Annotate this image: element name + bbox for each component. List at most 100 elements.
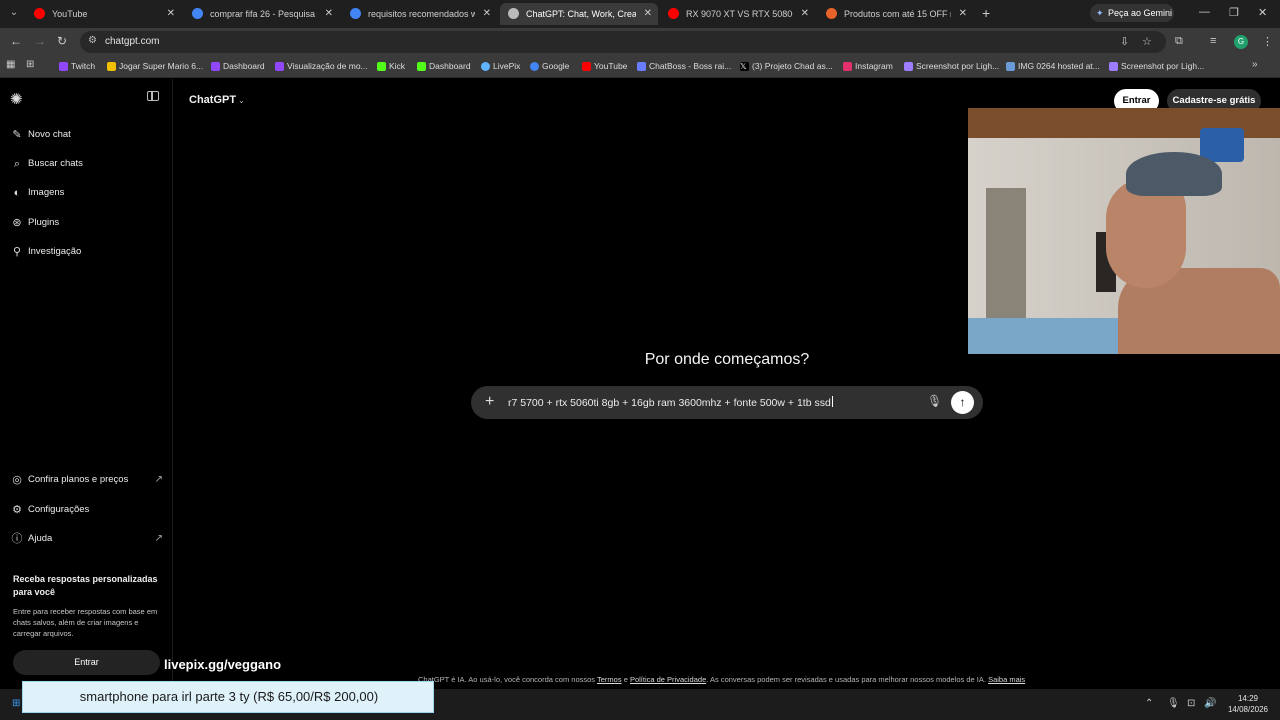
kick-icon [377, 62, 386, 71]
more-menu-icon[interactable]: ⋮ [1262, 35, 1273, 48]
learn-more-link[interactable]: Saiba mais [988, 675, 1025, 684]
bookmark-item[interactable]: Screenshot por Ligh... [904, 61, 999, 71]
minimize-icon[interactable]: — [1199, 6, 1210, 18]
microphone-icon[interactable]: 🎙 [927, 394, 942, 408]
browser-toolbar: ← → ↻ ⚙ chatgpt.com ⇩ ☆ ⧉ ≡ G ⋮ [0, 28, 1280, 56]
sidebar-item-images[interactable]: ◐ Imagens [0, 182, 173, 204]
sidebar-item-search-chats[interactable]: ⌕ Buscar chats [0, 153, 173, 175]
chevron-down-icon: ⌄ [238, 96, 245, 105]
close-tab-icon[interactable]: ✕ [167, 3, 175, 25]
profile-avatar[interactable]: G [1234, 35, 1248, 49]
external-link-icon: ↗ [154, 533, 163, 544]
browser-tab[interactable]: RX 9070 XT VS RTX 5080+ Ryze ✕ [660, 3, 815, 25]
bookmark-item[interactable]: Screenshot por Ligh... [1109, 61, 1204, 71]
instagram-icon [843, 62, 852, 71]
send-button[interactable]: ↑ [951, 391, 974, 414]
bookmark-item[interactable]: LivePix [481, 61, 520, 71]
bookmark-item[interactable]: Instagram [843, 61, 893, 71]
images-icon: ◐ [13, 187, 21, 199]
browser-tab[interactable]: comprar fifa 26 - Pesquisa Goo ✕ [184, 3, 339, 25]
google-favicon-icon [350, 8, 361, 19]
sidebar-item-new-chat[interactable]: ✎ Novo chat [0, 124, 173, 146]
start-icon[interactable]: ⊞ [12, 698, 20, 709]
kick-icon [417, 62, 426, 71]
youtube-icon [582, 62, 591, 71]
bookmark-star-icon[interactable]: ☆ [1142, 35, 1152, 48]
bookmark-item[interactable]: ChatBoss - Boss rai... [637, 61, 731, 71]
chatgpt-favicon-icon [508, 8, 519, 19]
reload-icon[interactable]: ↻ [57, 34, 67, 48]
network-icon[interactable]: ⊡ [1187, 698, 1195, 709]
prompt-input[interactable]: r7 5700 + rtx 5060ti 8gb + 16gb ram 3600… [508, 396, 833, 409]
site-info-icon[interactable]: ⚙ [88, 35, 97, 46]
close-window-icon[interactable]: ✕ [1258, 6, 1267, 19]
bookmark-item[interactable]: Dashboard [417, 61, 471, 71]
bookmark-item[interactable]: IMG 0264 hosted at... [1006, 61, 1100, 71]
bookmark-item[interactable]: 𝕏 (3) Projeto Chad as... [740, 61, 833, 71]
model-selector[interactable]: ChatGPT ⌄ [189, 94, 245, 106]
sidebar-item-plans[interactable]: ◎ Confira planos e preços ↗ [0, 469, 173, 491]
close-tab-icon[interactable]: ✕ [325, 3, 333, 25]
sidebar-item-plugins[interactable]: ⊛ Plugins [0, 212, 173, 234]
extensions-icon[interactable]: ⧉ [1175, 35, 1183, 48]
plans-icon: ◎ [12, 474, 22, 486]
legal-notice: ChatGPT é IA. Ao usá-lo, você concorda c… [418, 675, 1026, 684]
prompt-composer: + r7 5700 + rtx 5060ti 8gb + 16gb ram 36… [471, 386, 983, 419]
install-app-icon[interactable]: ⇩ [1120, 35, 1129, 48]
attach-plus-icon[interactable]: + [485, 393, 494, 411]
bookmark-item[interactable]: Twitch [59, 61, 95, 71]
tab-search-menu-icon[interactable]: ⌄ [6, 5, 22, 21]
bookmarks-bar: ▦ ⊞ Twitch Jogar Super Mario 6... Dashbo… [0, 56, 1280, 78]
close-tab-icon[interactable]: ✕ [801, 3, 809, 25]
clock[interactable]: 14:29 14/08/2026 [1224, 693, 1272, 715]
external-link-icon: ↗ [154, 474, 163, 485]
tray-chevron-icon[interactable]: ⌃ [1145, 698, 1153, 709]
ask-gemini-button[interactable]: ✦ Peça ao Gemini [1090, 4, 1174, 22]
browser-tab-strip: ⌄ YouTube ✕ comprar fifa 26 - Pesquisa G… [0, 0, 1280, 28]
twitch-icon [211, 62, 220, 71]
openai-logo-icon[interactable]: ✺ [10, 90, 23, 108]
address-bar[interactable]: ⚙ chatgpt.com ⇩ ☆ [80, 31, 1166, 53]
sidebar-item-help[interactable]: ⓘ Ajuda ↗ [0, 528, 173, 550]
terms-link[interactable]: Termos [597, 675, 622, 684]
x-icon: 𝕏 [740, 62, 749, 71]
youtube-favicon-icon [668, 8, 679, 19]
bookmark-item[interactable]: Jogar Super Mario 6... [107, 61, 203, 71]
stream-donation-link: livepix.gg/veggano [164, 657, 282, 672]
browser-tab[interactable]: YouTube ✕ [26, 3, 181, 25]
volume-icon[interactable]: 🔊 [1204, 698, 1216, 709]
microphone-tray-icon[interactable]: 🎙 [1167, 698, 1180, 709]
maximize-icon[interactable]: ❐ [1229, 6, 1239, 19]
bookmark-item[interactable]: YouTube [582, 61, 627, 71]
sidebar: ✺ ✎ Novo chat ⌕ Buscar chats ◐ Imagens ⊛… [0, 79, 173, 689]
sidebar-item-settings[interactable]: ⚙ Configurações [0, 499, 173, 521]
sidebar-item-research[interactable]: ⚲ Investigação [0, 241, 173, 263]
search-icon: ⌕ [13, 158, 21, 170]
bookmark-item[interactable]: Google [530, 61, 569, 71]
bookmark-item[interactable]: Dashboard [211, 61, 265, 71]
lightshot-icon [904, 62, 913, 71]
close-tab-icon[interactable]: ✕ [644, 3, 652, 25]
new-tab-icon[interactable]: + [982, 5, 990, 21]
back-arrow-icon[interactable]: ← [10, 34, 22, 48]
privacy-link[interactable]: Política de Privacidade [630, 675, 706, 684]
livepix-icon [481, 62, 490, 71]
forward-arrow-icon[interactable]: → [34, 34, 46, 48]
help-icon: ⓘ [11, 533, 23, 545]
sidebar-login-button[interactable]: Entrar [13, 650, 160, 675]
close-tab-icon[interactable]: ✕ [483, 3, 491, 25]
browser-tab-active[interactable]: ChatGPT: Chat, Work, Create & ✕ [500, 3, 658, 25]
sidebar-toggle-icon[interactable] [147, 91, 159, 101]
bookmark-item[interactable]: Visualização de mo... [275, 61, 368, 71]
tab-groups-icon[interactable]: ⊞ [26, 59, 34, 70]
more-bookmarks-icon[interactable]: » [1252, 59, 1258, 70]
gemini-sparkle-icon: ✦ [1096, 8, 1104, 18]
close-tab-icon[interactable]: ✕ [959, 3, 967, 25]
browser-tab[interactable]: Produtos com até 15 OFF no Pi ✕ [818, 3, 973, 25]
apps-grid-icon[interactable]: ▦ [6, 59, 15, 70]
youtube-favicon-icon [34, 8, 45, 19]
reading-list-icon[interactable]: ≡ [1210, 35, 1216, 47]
bookmark-item[interactable]: Kick [377, 61, 405, 71]
browser-tab[interactable]: requisitos recomendados ward ✕ [342, 3, 497, 25]
lightshot-icon [1109, 62, 1118, 71]
